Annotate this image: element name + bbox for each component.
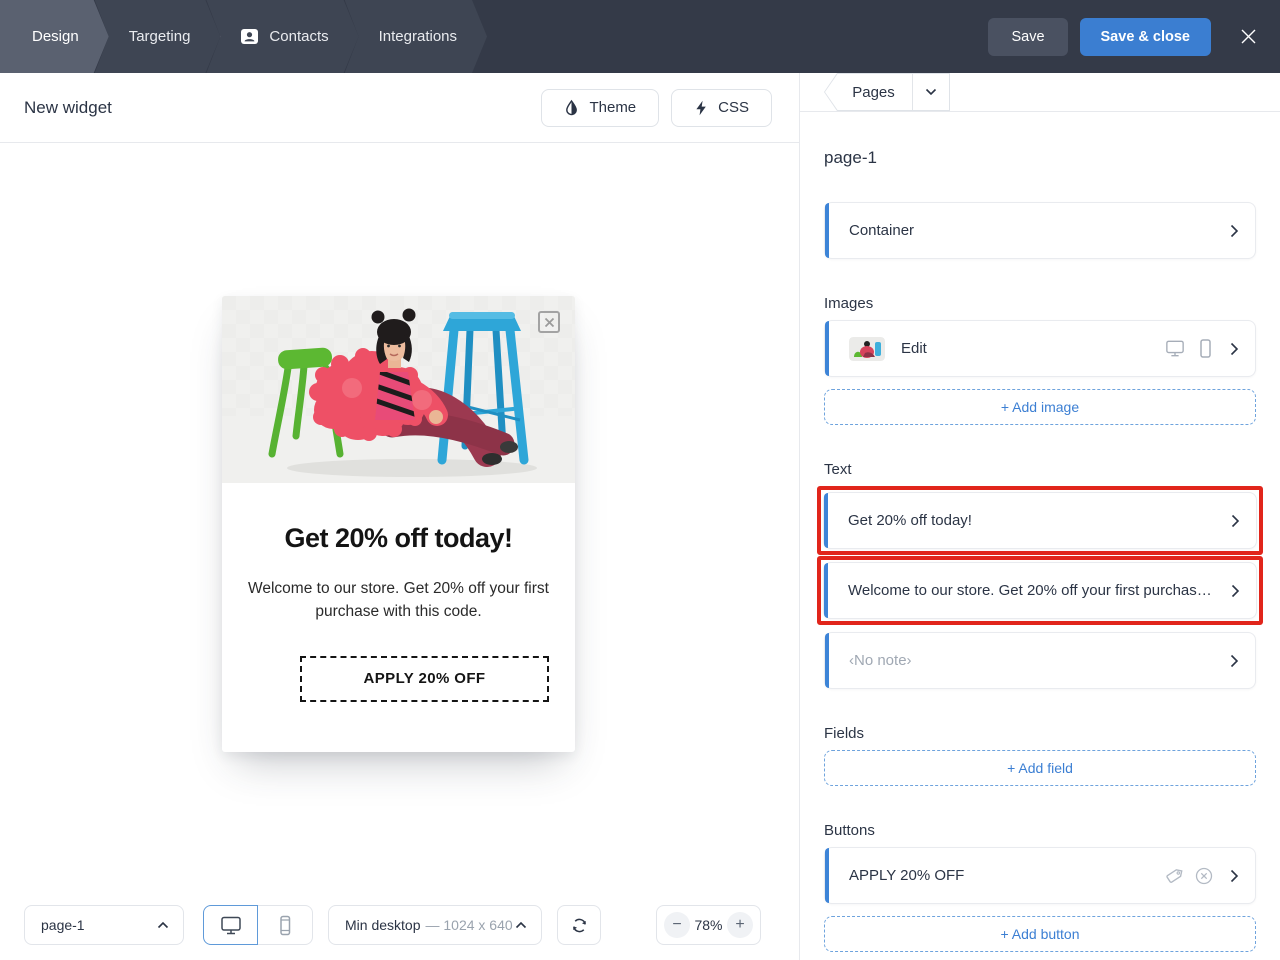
step-tabs: Design Targeting Contacts Integrations [0,0,988,73]
pages-button-label: Pages [852,83,895,101]
chevron-right-icon [1231,514,1240,528]
image-row-label: Edit [901,340,927,357]
image-thumbnail [849,336,885,361]
preview-body-text[interactable]: Welcome to our store. Get 20% off your f… [248,578,549,624]
tab-targeting-label: Targeting [128,28,191,45]
chevron-right-icon [1230,654,1239,668]
caret-up-icon [515,921,527,929]
widget-title: New widget [24,97,112,117]
zoom-value: 78% [694,917,723,933]
highlight-box: Welcome to our store. Get 20% off your f… [817,556,1263,625]
add-image-button[interactable]: + Add image [824,389,1256,425]
size-select[interactable]: Min desktop — 1024 x 640 [328,905,542,945]
accent-bar [825,203,829,258]
chevron-right-icon [1230,224,1239,238]
container-row[interactable]: Container [824,202,1256,259]
tab-contacts[interactable]: Contacts [206,0,358,73]
tab-targeting[interactable]: Targeting [95,0,221,73]
contact-card-icon [240,28,259,45]
css-button[interactable]: CSS [671,88,772,127]
coupon-tag-icon[interactable] [1165,867,1183,885]
image-row-icons [1164,339,1213,358]
text-section-label: Text [824,461,852,478]
design-canvas: Get 20% off today! Welcome to our store.… [0,143,799,960]
container-row-label: Container [849,222,915,239]
canvas-column: New widget Theme CSS Get 20% off today! … [0,73,800,960]
size-select-detail: — 1024 x 640 [425,917,513,933]
canvas-header-buttons: Theme CSS [541,88,772,127]
preview-content: Get 20% off today! Welcome to our store.… [222,483,575,752]
preview-headline[interactable]: Get 20% off today! [248,523,549,554]
accent-bar [825,848,829,903]
rotate-orientation-button[interactable] [557,905,601,945]
panel-page-name: page-1 [824,148,877,167]
structure-panel: Pages page-1 Container Images Edit + Add… [800,73,1280,960]
button-row-label: APPLY 20% OFF [849,867,965,884]
button-row-icons [1165,867,1213,885]
text-row-note-label: ‹No note› [849,652,912,669]
preview-photo[interactable] [222,296,575,483]
text-row-headline[interactable]: Get 20% off today! [823,492,1257,549]
zoom-control: − 78% + [656,905,761,945]
desktop-icon[interactable] [1164,339,1186,358]
accent-bar [825,321,829,376]
panel-body: page-1 Container Images Edit + Add image… [800,112,1280,960]
accent-bar [825,633,829,688]
add-button-button[interactable]: + Add button [824,916,1256,952]
canvas-toolbar: page-1 Min desktop — 1024 x 640 − 78% + [0,905,799,945]
button-row[interactable]: APPLY 20% OFF [824,847,1256,904]
add-field-button[interactable]: + Add field [824,750,1256,786]
tab-integrations[interactable]: Integrations [345,0,487,73]
zoom-out-button[interactable]: − [664,912,690,938]
panel-header: Pages [800,73,1280,112]
accent-bar [824,563,828,618]
topbar: Design Targeting Contacts Integrations S… [0,0,1280,73]
widget-preview[interactable]: Get 20% off today! Welcome to our store.… [222,296,575,752]
chevron-right-icon [1230,342,1239,356]
pages-button[interactable]: Pages [824,73,950,111]
topbar-actions: Save Save & close [988,0,1280,73]
chevron-right-icon [1230,869,1239,883]
size-select-label: Min desktop [345,917,421,933]
close-icon[interactable] [1236,25,1260,49]
text-row-body[interactable]: Welcome to our store. Get 20% off your f… [823,562,1257,619]
lightning-icon [694,100,708,116]
mobile-icon[interactable] [1198,339,1213,358]
widget-close-icon[interactable] [538,311,560,333]
fields-section-label: Fields [824,725,865,742]
zoom-in-button[interactable]: + [727,912,753,938]
tab-design[interactable]: Design [0,0,109,73]
tab-design-label: Design [32,28,79,45]
caret-up-icon [157,921,169,929]
theme-button[interactable]: Theme [541,88,660,127]
preview-apply-button[interactable]: APPLY 20% OFF [300,655,549,702]
buttons-section-label: Buttons [824,822,875,839]
tab-integrations-label: Integrations [378,28,458,45]
css-button-label: CSS [718,99,749,116]
text-row-note[interactable]: ‹No note› [824,632,1256,689]
chevron-right-icon [1231,584,1240,598]
chevron-down-icon[interactable] [913,88,949,96]
images-section-label: Images [824,295,874,312]
accent-bar [824,493,828,548]
page-select-value: page-1 [41,917,85,933]
image-row[interactable]: Edit [824,320,1256,377]
save-close-button[interactable]: Save & close [1079,17,1211,56]
page-select[interactable]: page-1 [24,905,184,945]
highlight-box: Get 20% off today! [817,486,1263,555]
text-row-body-label: Welcome to our store. Get 20% off your f… [848,582,1212,599]
canvas-header: New widget Theme CSS [0,73,799,143]
desktop-view-button[interactable] [203,905,258,945]
text-row-headline-label: Get 20% off today! [848,512,972,529]
mobile-view-button[interactable] [258,905,313,945]
theme-droplet-icon [564,99,579,116]
save-button[interactable]: Save [988,17,1068,56]
main-area: New widget Theme CSS Get 20% off today! … [0,73,1280,960]
remove-circle-icon[interactable] [1195,867,1213,885]
theme-button-label: Theme [589,99,637,116]
tab-contacts-label: Contacts [269,28,329,45]
device-toggle [203,905,313,945]
widget-editor: Design Targeting Contacts Integrations S… [0,0,1280,960]
